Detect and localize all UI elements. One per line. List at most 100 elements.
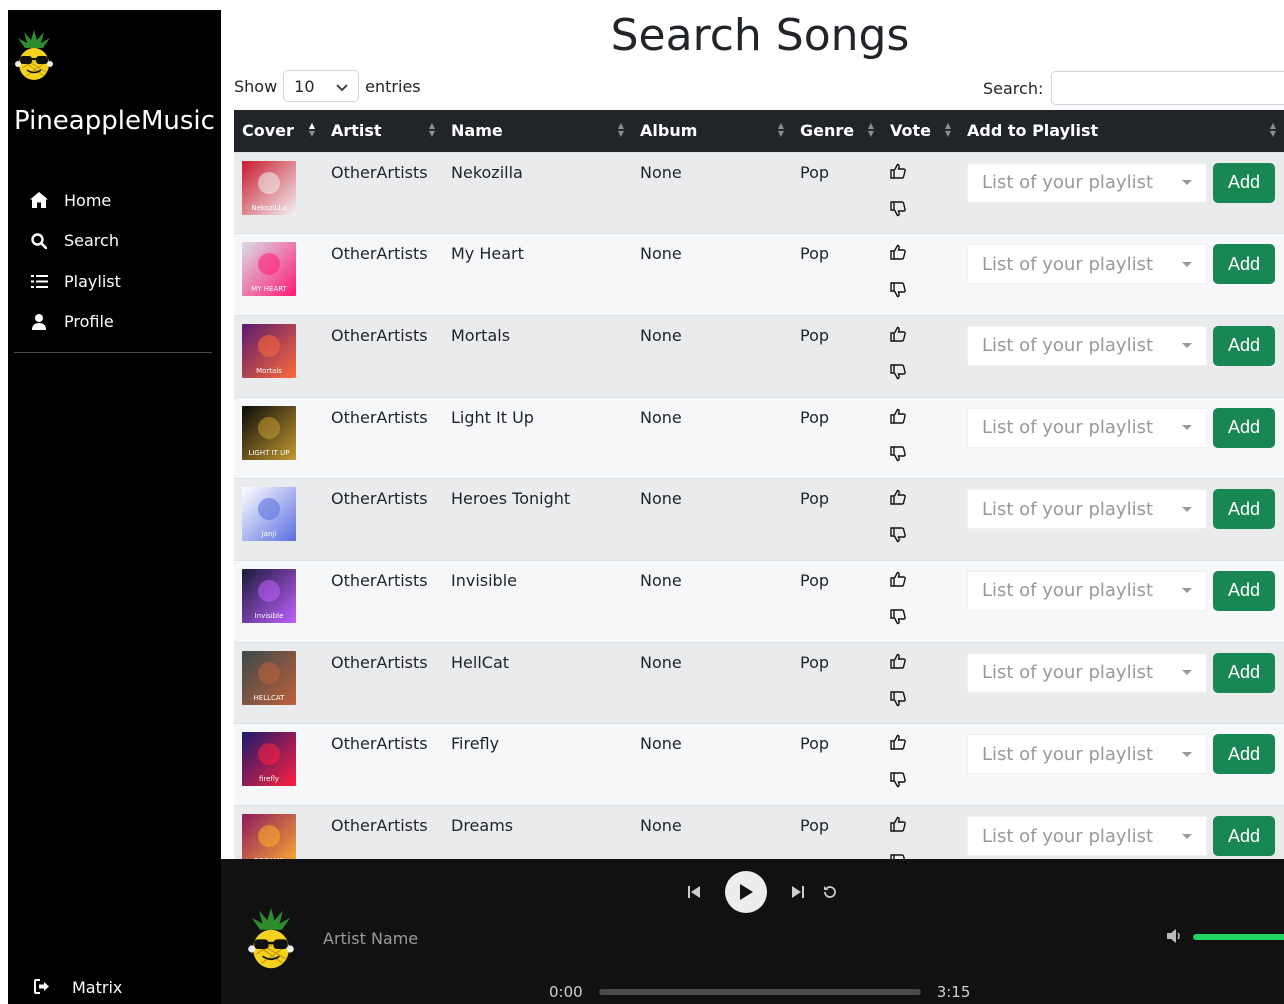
playlist-select[interactable]: List of your playlist (967, 570, 1207, 611)
add-to-playlist-button[interactable]: Add (1213, 489, 1275, 530)
upvote-thumbs-up-icon[interactable] (890, 571, 951, 587)
add-to-playlist-cell: List of your playlist Add (959, 805, 1284, 859)
next-track-button[interactable] (785, 879, 811, 905)
downvote-thumbs-down-icon[interactable] (890, 282, 951, 298)
downvote-thumbs-down-icon[interactable] (890, 527, 951, 543)
chevron-down-icon (336, 77, 348, 96)
entries-label: entries (365, 76, 421, 96)
sidebar-item-search[interactable]: Search (8, 221, 221, 262)
search-input[interactable] (1051, 71, 1284, 105)
sort-icon: ▲ ▼ (428, 121, 435, 138)
vote-cell (882, 478, 959, 561)
upvote-thumbs-up-icon[interactable] (890, 163, 951, 179)
table-row: Mortals OtherArtists Mortals None Pop Li… (234, 314, 1284, 398)
add-to-playlist-button[interactable]: Add (1213, 816, 1275, 856)
album-cell: None (632, 723, 792, 806)
upvote-thumbs-up-icon[interactable] (890, 816, 951, 832)
downvote-thumbs-down-icon[interactable] (890, 609, 951, 625)
player-artist-name: Artist Name (323, 929, 419, 948)
play-icon (740, 884, 753, 900)
song-name-cell: Firefly (443, 723, 632, 806)
genre-cell: Pop (792, 233, 882, 316)
chevron-down-icon (1182, 506, 1192, 512)
playlist-select-placeholder: List of your playlist (982, 498, 1153, 520)
playlist-select[interactable]: List of your playlist (967, 325, 1207, 366)
downvote-thumbs-down-icon[interactable] (890, 445, 951, 462)
column-header-genre[interactable]: Genre ▲ ▼ (792, 110, 882, 152)
sidebar-item-profile[interactable]: Profile (8, 302, 221, 343)
play-button[interactable] (725, 871, 767, 913)
column-header-album[interactable]: Album ▲ ▼ (632, 110, 792, 152)
table-row: DREAMS OtherArtists Dreams None Pop List… (234, 805, 1284, 859)
logout-label: Matrix (72, 978, 123, 997)
repeat-button[interactable] (817, 879, 843, 905)
downvote-thumbs-down-icon[interactable] (890, 772, 951, 788)
cover-text: Invisible (255, 612, 284, 620)
entries-select[interactable]: 10 (283, 70, 360, 102)
sort-icon: ▲ ▼ (777, 121, 784, 138)
vote-cell (882, 559, 959, 643)
upvote-thumbs-up-icon[interactable] (890, 734, 951, 751)
table-row: firefly OtherArtists Firefly None Pop Li… (234, 723, 1284, 806)
upvote-thumbs-up-icon[interactable] (890, 326, 951, 342)
add-to-playlist-button[interactable]: Add (1213, 162, 1275, 203)
chevron-down-icon (1182, 425, 1192, 431)
add-to-playlist-cell: List of your playlist Add (959, 478, 1284, 561)
add-to-playlist-cell: List of your playlist Add (959, 559, 1284, 643)
downvote-thumbs-down-icon[interactable] (890, 200, 951, 217)
playlist-select[interactable]: List of your playlist (967, 162, 1207, 203)
vote-cell (882, 314, 959, 398)
progress-bar[interactable] (598, 989, 921, 995)
entries-control: Show 10 entries (234, 70, 421, 102)
artist-cell: OtherArtists (323, 314, 443, 398)
column-header-cover[interactable]: Cover ▲ ▼ (234, 110, 323, 152)
song-name-cell: Nekozilla (443, 151, 632, 234)
pineapple-logo-icon (247, 903, 295, 971)
show-label: Show (234, 76, 278, 96)
logout-button[interactable]: Matrix (34, 978, 122, 997)
song-name-cell: Invisible (443, 559, 632, 643)
chevron-down-icon (1182, 261, 1192, 267)
genre-cell: Pop (792, 314, 882, 398)
duration: 3:15 (936, 983, 971, 1001)
genre-cell: Pop (792, 559, 882, 643)
genre-cell: Pop (792, 805, 882, 859)
column-header-name[interactable]: Name ▲ ▼ (443, 110, 632, 152)
playlist-select[interactable]: List of your playlist (967, 816, 1207, 856)
downvote-thumbs-down-icon[interactable] (890, 364, 951, 380)
sidebar-item-playlist[interactable]: Playlist (8, 261, 221, 302)
upvote-thumbs-up-icon[interactable] (890, 489, 951, 505)
volume-slider[interactable] (1193, 934, 1284, 940)
column-header-vote[interactable]: Vote ▲ ▼ (882, 110, 959, 152)
add-to-playlist-button[interactable]: Add (1213, 652, 1275, 693)
playlist-select-placeholder: List of your playlist (982, 662, 1153, 684)
cover-text: MY HEART (251, 285, 287, 293)
add-to-playlist-button[interactable]: Add (1213, 325, 1275, 366)
sidebar-item-label: Search (64, 231, 119, 251)
playlist-select[interactable]: List of your playlist (967, 407, 1207, 448)
upvote-thumbs-up-icon[interactable] (890, 408, 951, 424)
add-to-playlist-button[interactable]: Add (1213, 407, 1275, 448)
playlist-select[interactable]: List of your playlist (967, 244, 1207, 285)
volume-icon[interactable] (1167, 928, 1183, 947)
column-header-artist[interactable]: Artist ▲ ▼ (323, 110, 443, 152)
playlist-select[interactable]: List of your playlist (967, 652, 1207, 693)
playlist-select[interactable]: List of your playlist (967, 489, 1207, 530)
entries-value: 10 (294, 76, 315, 96)
column-header-add-to-playlist[interactable]: Add to Playlist ▲ ▼ (959, 110, 1284, 152)
playlist-select[interactable]: List of your playlist (967, 734, 1207, 775)
album-cell: None (632, 314, 792, 398)
add-to-playlist-button[interactable]: Add (1213, 734, 1275, 775)
sidebar-item-home[interactable]: Home (8, 180, 221, 221)
artist-cell: OtherArtists (323, 723, 443, 806)
song-name-cell: My Heart (443, 233, 632, 316)
downvote-thumbs-down-icon[interactable] (890, 690, 951, 707)
vote-cell (882, 396, 959, 479)
add-to-playlist-button[interactable]: Add (1213, 244, 1275, 285)
album-cover-image: NekoziLLa (242, 160, 296, 215)
add-to-playlist-button[interactable]: Add (1213, 570, 1275, 611)
upvote-thumbs-up-icon[interactable] (890, 244, 951, 260)
album-cover-image: DREAMS (242, 814, 296, 859)
upvote-thumbs-up-icon[interactable] (890, 653, 951, 669)
previous-track-button[interactable] (681, 879, 707, 905)
